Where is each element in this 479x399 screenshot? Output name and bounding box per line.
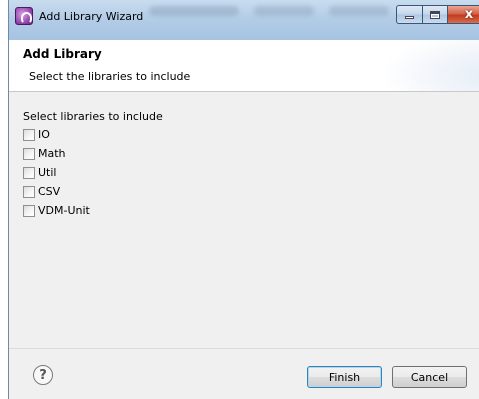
minimize-button[interactable] <box>396 5 422 24</box>
help-button[interactable]: ? <box>33 365 53 385</box>
maximize-icon <box>430 10 440 19</box>
csv-checkbox[interactable] <box>23 185 35 198</box>
wizard-header: Add Library Select the libraries to incl… <box>9 40 479 92</box>
blurred-taskbar-item <box>149 6 239 16</box>
library-label: Math <box>38 147 66 160</box>
finish-button[interactable]: Finish <box>307 366 382 388</box>
help-icon: ? <box>39 367 47 383</box>
wizard-page-description: Select the libraries to include <box>29 70 191 83</box>
library-item-csv[interactable]: CSV <box>23 182 90 201</box>
library-list: IO Math Util CSV VDM-Unit <box>23 125 90 220</box>
title-bar[interactable]: Add Library Wizard x <box>9 0 479 40</box>
blurred-taskbar-item <box>329 6 389 16</box>
wizard-content: Select libraries to include IO Math Util… <box>9 93 479 343</box>
math-checkbox[interactable] <box>23 147 35 160</box>
minimize-icon <box>405 16 414 19</box>
library-item-util[interactable]: Util <box>23 163 90 182</box>
vdm-unit-checkbox[interactable] <box>23 204 35 217</box>
util-checkbox[interactable] <box>23 166 35 179</box>
library-item-vdm-unit[interactable]: VDM-Unit <box>23 201 90 220</box>
library-label: IO <box>38 128 50 141</box>
wizard-window: Add Library Wizard x Add Library Select … <box>8 0 479 399</box>
close-icon: x <box>464 7 474 22</box>
app-icon <box>15 7 33 25</box>
maximize-button[interactable] <box>422 5 447 24</box>
close-button[interactable]: x <box>447 5 479 24</box>
window-title: Add Library Wizard <box>39 10 144 23</box>
blurred-taskbar-item <box>254 6 314 16</box>
library-item-math[interactable]: Math <box>23 144 90 163</box>
library-label: VDM-Unit <box>38 204 90 217</box>
window-controls: x <box>396 5 479 25</box>
banner-decoration <box>380 40 479 91</box>
library-item-io[interactable]: IO <box>23 125 90 144</box>
wizard-page-title: Add Library <box>23 47 102 61</box>
library-label: CSV <box>38 185 61 198</box>
cancel-button[interactable]: Cancel <box>392 366 467 388</box>
io-checkbox[interactable] <box>23 128 35 141</box>
library-label: Util <box>38 166 57 179</box>
libraries-section-label: Select libraries to include <box>23 110 163 123</box>
footer-divider <box>9 348 479 349</box>
